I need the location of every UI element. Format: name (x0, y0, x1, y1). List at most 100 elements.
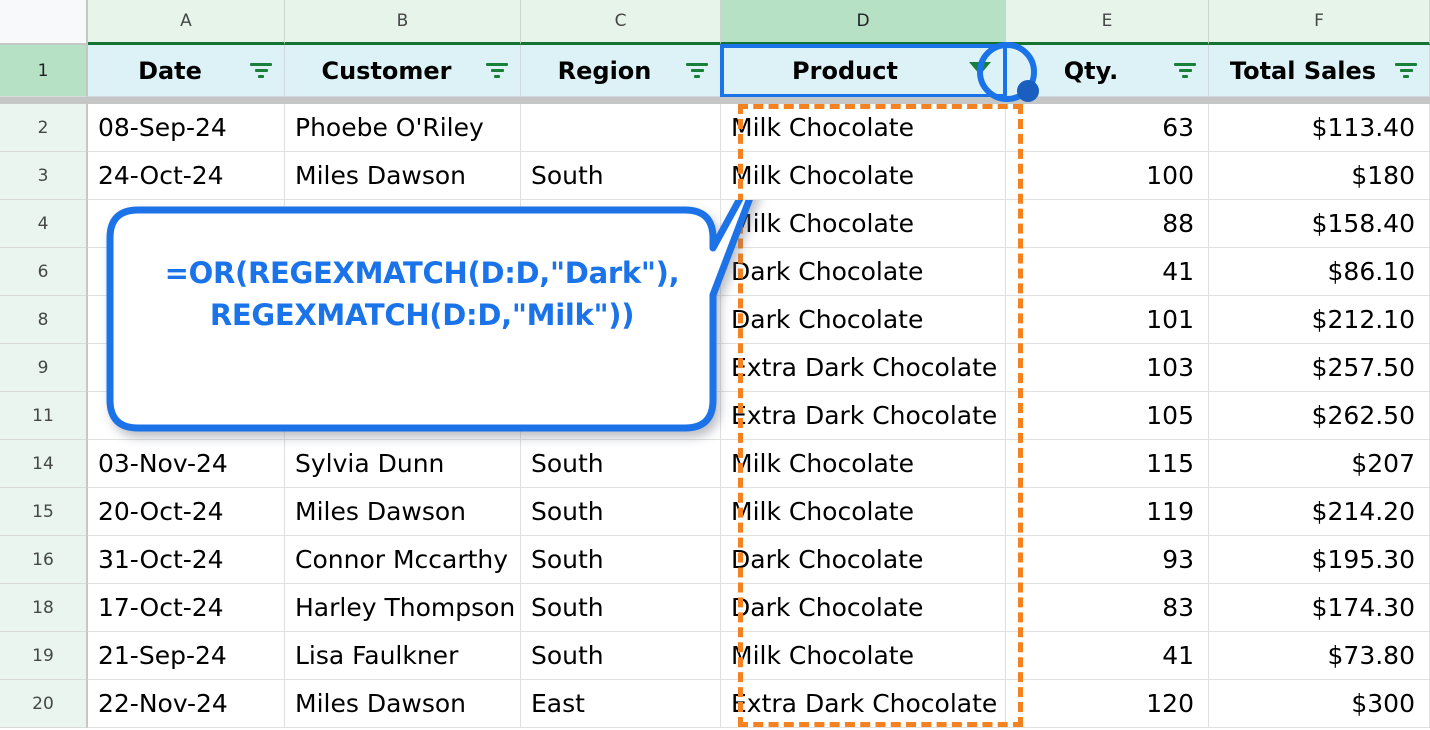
frozen-row-separator[interactable] (0, 97, 1430, 104)
cell-total-sales[interactable]: $212.10 (1209, 296, 1430, 344)
row-header-6[interactable]: 6 (0, 248, 88, 296)
row-header-8[interactable]: 8 (0, 296, 88, 344)
column-header-c-label: C (614, 11, 627, 31)
cell-customer[interactable]: Miles Dawson (285, 488, 521, 536)
cell-product[interactable]: Dark Chocolate (721, 536, 1006, 584)
cell-customer[interactable]: Miles Dawson (285, 680, 521, 728)
cell-region[interactable]: South (521, 152, 721, 200)
cell-qty[interactable]: 105 (1006, 392, 1209, 440)
row-header-3[interactable]: 3 (0, 152, 88, 200)
cell-value: 22-Nov-24 (98, 689, 228, 718)
filter-bars-icon-qty[interactable] (1172, 61, 1198, 81)
cell-total-sales[interactable]: $195.30 (1209, 536, 1430, 584)
column-header-b[interactable]: B (285, 0, 521, 45)
table-row: 16 31-Oct-24 Connor Mccarthy South Dark Choc… (0, 536, 1430, 584)
cell-qty[interactable]: 41 (1006, 632, 1209, 680)
cell-product[interactable]: Milk Chocolate (721, 152, 1006, 200)
cell-qty[interactable]: 100 (1006, 152, 1209, 200)
cell-region[interactable]: East (521, 680, 721, 728)
cell-region[interactable]: South (521, 536, 721, 584)
cell-value: 93 (1162, 545, 1194, 574)
row-header-19[interactable]: 19 (0, 632, 88, 680)
cell-customer[interactable]: Phoebe O'Riley (285, 104, 521, 152)
cell-total-sales[interactable]: $214.20 (1209, 488, 1430, 536)
cell-total-sales[interactable]: $86.10 (1209, 248, 1430, 296)
cell-product[interactable]: Milk Chocolate (721, 632, 1006, 680)
row-header-1[interactable]: 1 (0, 45, 88, 97)
cell-product[interactable]: Milk Chocolate (721, 104, 1006, 152)
filter-bars-icon-total-sales[interactable] (1393, 61, 1419, 81)
cell-value: $207 (1351, 449, 1415, 478)
filter-bars-icon-region[interactable] (684, 61, 710, 81)
cell-qty[interactable]: 63 (1006, 104, 1209, 152)
header-cell-total-sales[interactable]: Total Sales (1209, 45, 1430, 97)
cell-value: $300 (1351, 689, 1415, 718)
cell-total-sales[interactable]: $300 (1209, 680, 1430, 728)
cell-date[interactable]: 22-Nov-24 (88, 680, 285, 728)
row-header-2[interactable]: 2 (0, 104, 88, 152)
cell-date[interactable]: 17-Oct-24 (88, 584, 285, 632)
cell-value: South (531, 449, 604, 478)
cell-region[interactable]: South (521, 488, 721, 536)
cell-total-sales[interactable]: $113.40 (1209, 104, 1430, 152)
header-cell-product[interactable]: Product (720, 44, 1007, 98)
column-header-f[interactable]: F (1209, 0, 1430, 45)
cell-total-sales[interactable]: $73.80 (1209, 632, 1430, 680)
row-header-20[interactable]: 20 (0, 680, 88, 728)
row-header-1-label: 1 (37, 60, 49, 81)
cell-total-sales[interactable]: $257.50 (1209, 344, 1430, 392)
cell-qty[interactable]: 103 (1006, 344, 1209, 392)
column-header-b-label: B (396, 11, 409, 31)
column-header-d[interactable]: D (721, 0, 1006, 45)
cell-product[interactable]: Dark Chocolate (721, 584, 1006, 632)
cell-value: 41 (1162, 641, 1194, 670)
column-header-e[interactable]: E (1006, 0, 1209, 45)
cell-qty[interactable]: 101 (1006, 296, 1209, 344)
cell-date[interactable]: 20-Oct-24 (88, 488, 285, 536)
cell-qty[interactable]: 93 (1006, 536, 1209, 584)
header-cell-date[interactable]: Date (88, 45, 285, 97)
cell-qty[interactable]: 41 (1006, 248, 1209, 296)
cell-product[interactable]: Extra Dark Chocolate (721, 680, 1006, 728)
cell-qty[interactable]: 88 (1006, 200, 1209, 248)
filter-bars-icon-customer[interactable] (484, 61, 510, 81)
header-cell-customer[interactable]: Customer (285, 45, 521, 97)
cell-product[interactable]: Milk Chocolate (721, 488, 1006, 536)
cell-total-sales[interactable]: $174.30 (1209, 584, 1430, 632)
row-header-9[interactable]: 9 (0, 344, 88, 392)
cell-customer[interactable]: Miles Dawson (285, 152, 521, 200)
select-all-corner[interactable] (0, 0, 88, 45)
cell-date[interactable]: 21-Sep-24 (88, 632, 285, 680)
cell-total-sales[interactable]: $262.50 (1209, 392, 1430, 440)
table-row: 18 17-Oct-24 Harley Thompson South Dark Choc… (0, 584, 1430, 632)
cell-date[interactable]: 24-Oct-24 (88, 152, 285, 200)
cell-value: 88 (1162, 209, 1194, 238)
column-header-a[interactable]: A (88, 0, 285, 45)
cell-total-sales[interactable]: $207 (1209, 440, 1430, 488)
cell-total-sales[interactable]: $158.40 (1209, 200, 1430, 248)
cell-region[interactable]: South (521, 632, 721, 680)
row-header-4[interactable]: 4 (0, 200, 88, 248)
row-header-11[interactable]: 11 (0, 392, 88, 440)
cell-customer[interactable]: Connor Mccarthy (285, 536, 521, 584)
cell-customer[interactable]: Lisa Faulkner (285, 632, 521, 680)
cell-qty[interactable]: 119 (1006, 488, 1209, 536)
column-header-c[interactable]: C (521, 0, 721, 45)
header-cell-region[interactable]: Region (521, 45, 721, 97)
formula-callout-text: =OR(REGEXMATCH(D:D,"Dark"), REGEXMATCH(D… (122, 252, 722, 336)
cell-customer[interactable]: Harley Thompson (285, 584, 521, 632)
cell-region[interactable] (521, 104, 721, 152)
cell-region[interactable]: South (521, 584, 721, 632)
cell-qty[interactable]: 115 (1006, 440, 1209, 488)
row-header-15[interactable]: 15 (0, 488, 88, 536)
row-header-18[interactable]: 18 (0, 584, 88, 632)
row-header-16[interactable]: 16 (0, 536, 88, 584)
cell-date[interactable]: 31-Oct-24 (88, 536, 285, 584)
cell-total-sales[interactable]: $180 (1209, 152, 1430, 200)
filter-bars-icon-date[interactable] (248, 61, 274, 81)
row-header-14[interactable]: 14 (0, 440, 88, 488)
cell-qty[interactable]: 120 (1006, 680, 1209, 728)
cell-qty[interactable]: 83 (1006, 584, 1209, 632)
cell-date[interactable]: 08-Sep-24 (88, 104, 285, 152)
cell-value: 105 (1146, 401, 1194, 430)
